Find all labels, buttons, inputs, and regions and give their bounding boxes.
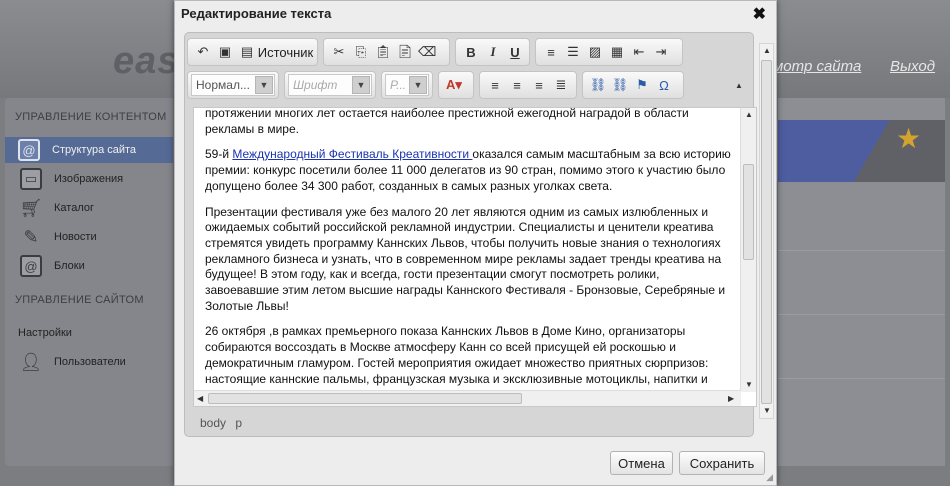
toolbar-row-2: Нормал... ▼ Шрифт ▼ Р... ▼ A▾ ≡ ≡ ≡ ≣ ⛓ … <box>187 70 743 100</box>
sidebar-item-label: Новости <box>54 231 97 243</box>
outdent-icon[interactable]: ⇤ <box>628 41 650 63</box>
save-button[interactable]: Сохранить <box>679 451 765 475</box>
sidebar-item-catalog[interactable]: 🛒︎ Каталог <box>20 195 175 221</box>
font-select[interactable]: Шрифт ▼ <box>288 74 372 96</box>
festival-link[interactable]: Международный Фестиваль Креативности <box>232 147 472 161</box>
table-icon[interactable]: ▦ <box>606 41 628 63</box>
sidebar-heading-content: УПРАВЛЕНИЕ КОНТЕНТОМ <box>15 111 167 123</box>
paste-word-icon[interactable]: 📄︎ <box>394 41 416 63</box>
source-button[interactable]: Источник <box>258 41 314 63</box>
at-icon: @ <box>20 255 42 277</box>
sidebar-item-label: Изображения <box>54 173 124 185</box>
sidebar-item-label: Блоки <box>54 260 85 272</box>
format-select[interactable]: Нормал... ▼ <box>191 74 275 96</box>
paragraph: протяжении многих лет остается наиболее … <box>205 107 689 136</box>
unlink-icon[interactable]: ⛓ <box>609 74 631 96</box>
dialog-title: Редактирование текста <box>181 6 332 21</box>
paragraph: 59-й Международный Фестиваль Креативност… <box>205 147 731 193</box>
logout-link[interactable]: Выход <box>890 58 935 75</box>
font-size-select[interactable]: Р... ▼ <box>385 74 429 96</box>
align-left-icon[interactable]: ≡ <box>484 74 506 96</box>
star-icon[interactable]: ★ <box>896 122 921 155</box>
sidebar-item-users[interactable]: 👤︎ Пользователи <box>20 349 175 375</box>
sidebar-item-label: Каталог <box>54 202 94 214</box>
copy-icon[interactable]: ⎘ <box>350 41 372 63</box>
at-icon: @ <box>18 139 40 161</box>
resize-grip-icon[interactable]: ◢ <box>766 472 773 483</box>
scroll-down-icon[interactable]: ▼ <box>763 406 771 415</box>
sidebar-item-images[interactable]: ▭ Изображения <box>20 166 175 192</box>
fullscreen-icon[interactable]: ▣ <box>214 41 236 63</box>
sidebar-item-label: Структура сайта <box>52 144 137 156</box>
align-justify-icon[interactable]: ≣ <box>550 74 572 96</box>
chevron-down-icon: ▼ <box>352 76 370 94</box>
scroll-right-icon[interactable]: ▶ <box>728 394 734 403</box>
text-color-icon[interactable]: A▾ <box>443 74 465 96</box>
scroll-thumb[interactable] <box>208 393 522 404</box>
bold-button[interactable]: B <box>460 41 482 63</box>
scroll-down-icon[interactable]: ▼ <box>745 380 753 389</box>
sidebar-item-settings[interactable]: Настройки <box>18 320 173 346</box>
source-icon[interactable]: ▤ <box>236 41 258 63</box>
image-insert-icon[interactable]: ▨ <box>584 41 606 63</box>
link-icon[interactable]: ⛓ <box>587 74 609 96</box>
sidebar-item-structure[interactable]: @ Структура сайта <box>5 137 173 163</box>
numbered-list-icon[interactable]: ≡ <box>540 41 562 63</box>
sidebar-item-news[interactable]: ✎ Новости <box>20 224 175 250</box>
anchor-flag-icon[interactable]: ⚑ <box>631 74 653 96</box>
eraser-icon[interactable]: ⌫ <box>416 41 438 63</box>
toolbar-row-1: ↶ ▣ ▤ Источник ✂ ⎘ 📋︎ 📄︎ ⌫ B I U ≡ ☰ ▨ ▦… <box>187 37 688 67</box>
paragraph: 26 октября ,в рамках премьерного показа … <box>205 324 709 386</box>
align-center-icon[interactable]: ≡ <box>506 74 528 96</box>
scroll-left-icon[interactable]: ◀ <box>197 394 203 403</box>
site-logo: eas <box>113 40 180 82</box>
sidebar-item-label: Пользователи <box>54 356 126 368</box>
underline-button[interactable]: U <box>504 41 526 63</box>
paragraph: Презентации фестиваля уже без малого 20 … <box>205 204 726 313</box>
dialog-vertical-scrollbar[interactable]: ▲ ▼ <box>759 43 774 419</box>
close-icon[interactable]: ✖ <box>753 4 766 24</box>
toolbar-collapse-icon[interactable]: ▲ <box>735 81 743 90</box>
scroll-up-icon[interactable]: ▲ <box>763 46 771 55</box>
content-horizontal-scrollbar[interactable]: ◀ ▶ <box>194 390 741 406</box>
paste-icon[interactable]: 📋︎ <box>372 41 394 63</box>
indent-icon[interactable]: ⇥ <box>650 41 672 63</box>
cut-icon[interactable]: ✂ <box>328 41 350 63</box>
view-site-link[interactable]: мотр сайта <box>773 58 861 75</box>
scroll-thumb[interactable] <box>743 164 754 260</box>
chevron-down-icon: ▼ <box>255 76 273 94</box>
special-char-icon[interactable]: Ω <box>653 74 675 96</box>
rich-text-editor: ↶ ▣ ▤ Источник ✂ ⎘ 📋︎ 📄︎ ⌫ B I U ≡ ☰ ▨ ▦… <box>184 32 757 437</box>
image-icon: ▭ <box>20 168 42 190</box>
cart-icon: 🛒︎ <box>19 197 43 218</box>
pencil-icon: ✎ <box>23 226 39 247</box>
scroll-thumb[interactable] <box>761 60 772 404</box>
sidebar-heading-site: УПРАВЛЕНИЕ САЙТОМ <box>15 294 144 306</box>
sidebar-item-label: Настройки <box>18 327 72 339</box>
align-right-icon[interactable]: ≡ <box>528 74 550 96</box>
italic-button[interactable]: I <box>482 41 504 63</box>
element-path[interactable]: body p <box>200 416 242 430</box>
user-icon: 👤︎ <box>19 351 43 372</box>
cancel-button[interactable]: Отмена <box>610 451 673 475</box>
bulleted-list-icon[interactable]: ☰ <box>562 41 584 63</box>
editor-text: протяжении многих лет остается наиболее … <box>205 107 735 397</box>
editor-content-area[interactable]: протяжении многих лет остается наиболее … <box>193 107 757 407</box>
chevron-down-icon: ▼ <box>409 76 427 94</box>
sidebar-item-blocks[interactable]: @ Блоки <box>20 253 175 279</box>
content-vertical-scrollbar[interactable]: ▲ ▼ <box>740 108 756 392</box>
scroll-up-icon[interactable]: ▲ <box>745 110 753 119</box>
edit-text-dialog: Редактирование текста ✖ ↶ ▣ ▤ Источник ✂… <box>174 0 777 486</box>
undo-icon[interactable]: ↶ <box>192 41 214 63</box>
